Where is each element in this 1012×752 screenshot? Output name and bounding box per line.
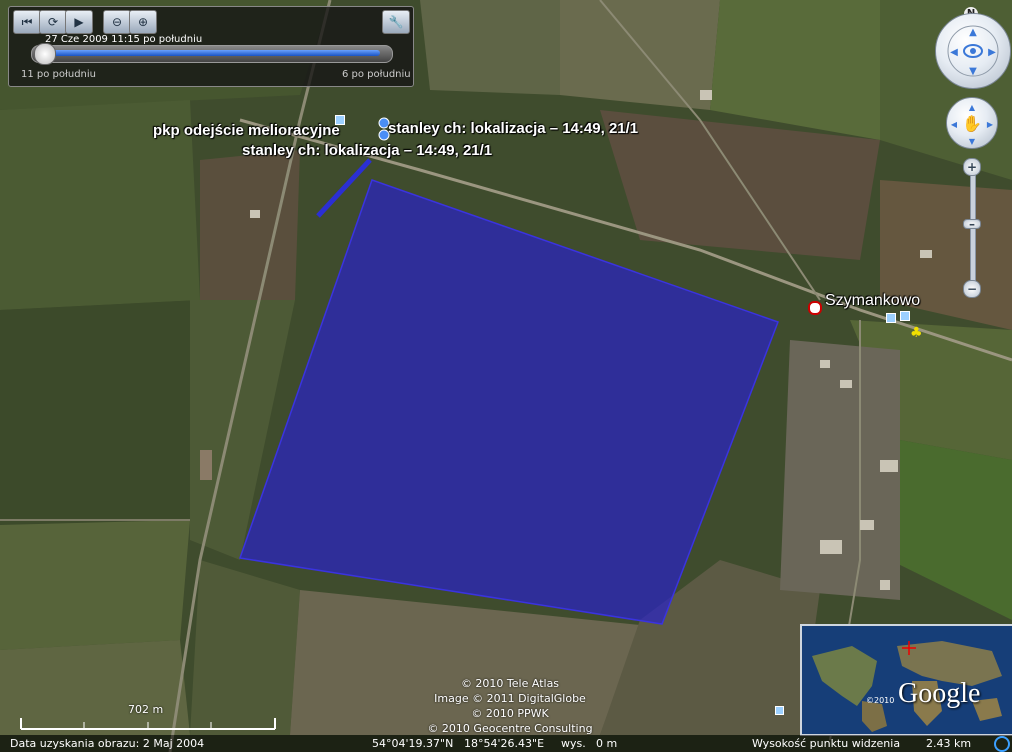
eye-altitude-value: 2.43 km: [926, 737, 972, 750]
google-logo: Google: [898, 678, 981, 709]
placemark-label[interactable]: stanley ch: lokalizacja – 14:49, 21/1: [388, 120, 638, 137]
copyright-text: Image © 2011 DigitalGlobe: [434, 692, 586, 705]
eye-altitude-label: Wysokość punktu widzenia: [752, 737, 901, 750]
svg-text:▲: ▲: [969, 27, 977, 38]
latitude: 54°04'19.37"N: [372, 737, 454, 750]
time-end-label: 6 po południu: [342, 69, 411, 80]
square-marker-icon[interactable]: [886, 313, 896, 323]
zoom-handle[interactable]: –: [963, 218, 981, 230]
hiker-icon[interactable]: ♣: [910, 325, 923, 341]
play-button[interactable]: ▶: [65, 10, 93, 34]
square-marker-icon[interactable]: [900, 311, 910, 321]
place-name-label[interactable]: Szymankowo: [825, 292, 920, 310]
svg-text:✋: ✋: [962, 114, 982, 133]
square-marker-icon[interactable]: [775, 706, 784, 715]
time-range-fill: [44, 50, 380, 56]
time-start-label: 11 po południu: [21, 69, 96, 80]
placemark-label[interactable]: stanley ch: lokalizacja – 14:49, 21/1: [242, 142, 492, 159]
elevation-label: wys.: [561, 737, 586, 750]
city-dot-icon[interactable]: [808, 301, 822, 315]
zoom-slider[interactable]: + – −: [963, 158, 981, 298]
streaming-indicator-icon: [994, 736, 1010, 752]
overview-map[interactable]: ©2010 Google: [800, 624, 1012, 736]
svg-text:▼: ▼: [969, 137, 976, 146]
svg-text:▶: ▶: [987, 120, 994, 129]
zoom-out-time-button[interactable]: ⊖: [103, 10, 131, 34]
svg-text:◀: ◀: [951, 120, 958, 129]
overview-copyright: ©2010: [866, 696, 895, 705]
copyright-text: © 2010 Geocentre Consulting: [427, 722, 593, 735]
copyright-text: © 2010 Tele Atlas: [460, 677, 560, 690]
zoom-in-time-button[interactable]: ⊕: [129, 10, 157, 34]
skip-back-button[interactable]: ⏮: [13, 10, 41, 34]
scale-label: 702 m: [128, 703, 164, 716]
svg-text:▶: ▶: [988, 47, 996, 58]
zoom-in-button[interactable]: +: [963, 158, 981, 176]
scale-bar: [20, 718, 276, 730]
elevation-value: 0 m: [596, 737, 618, 750]
image-date: Data uzyskania obrazu: 2 Maj 2004: [10, 737, 205, 750]
zoom-out-button[interactable]: −: [963, 280, 981, 298]
repeat-button[interactable]: ⟳: [39, 10, 67, 34]
time-slider-handle[interactable]: [34, 43, 56, 65]
wrench-icon[interactable]: 🔧: [382, 10, 410, 34]
placemark-label[interactable]: pkp odejście melioracyjne: [153, 122, 340, 139]
time-slider-panel: ⏮ ⟳ ▶ ⊖ ⊕ 🔧 27 Cze 2009 11:15 po południ…: [8, 6, 414, 87]
svg-text:▲: ▲: [969, 103, 976, 112]
current-time-label: 27 Cze 2009 11:15 po południu: [45, 34, 203, 45]
svg-text:◀: ◀: [950, 47, 958, 58]
status-bar: Data uzyskania obrazu: 2 Maj 2004 54°04'…: [0, 735, 1012, 752]
longitude: 18°54'26.43"E: [464, 737, 545, 750]
move-joystick[interactable]: ✋ ▲ ▼ ◀ ▶: [946, 97, 998, 149]
map-view[interactable]: ♣ pkp odejście melioracyjne stanley ch: …: [0, 0, 1012, 752]
svg-text:▼: ▼: [969, 66, 977, 77]
copyright-text: © 2010 PPWK: [471, 707, 549, 720]
time-slider-track[interactable]: [31, 43, 393, 65]
look-joystick[interactable]: ▲ ▼ ◀ ▶: [935, 13, 1011, 89]
